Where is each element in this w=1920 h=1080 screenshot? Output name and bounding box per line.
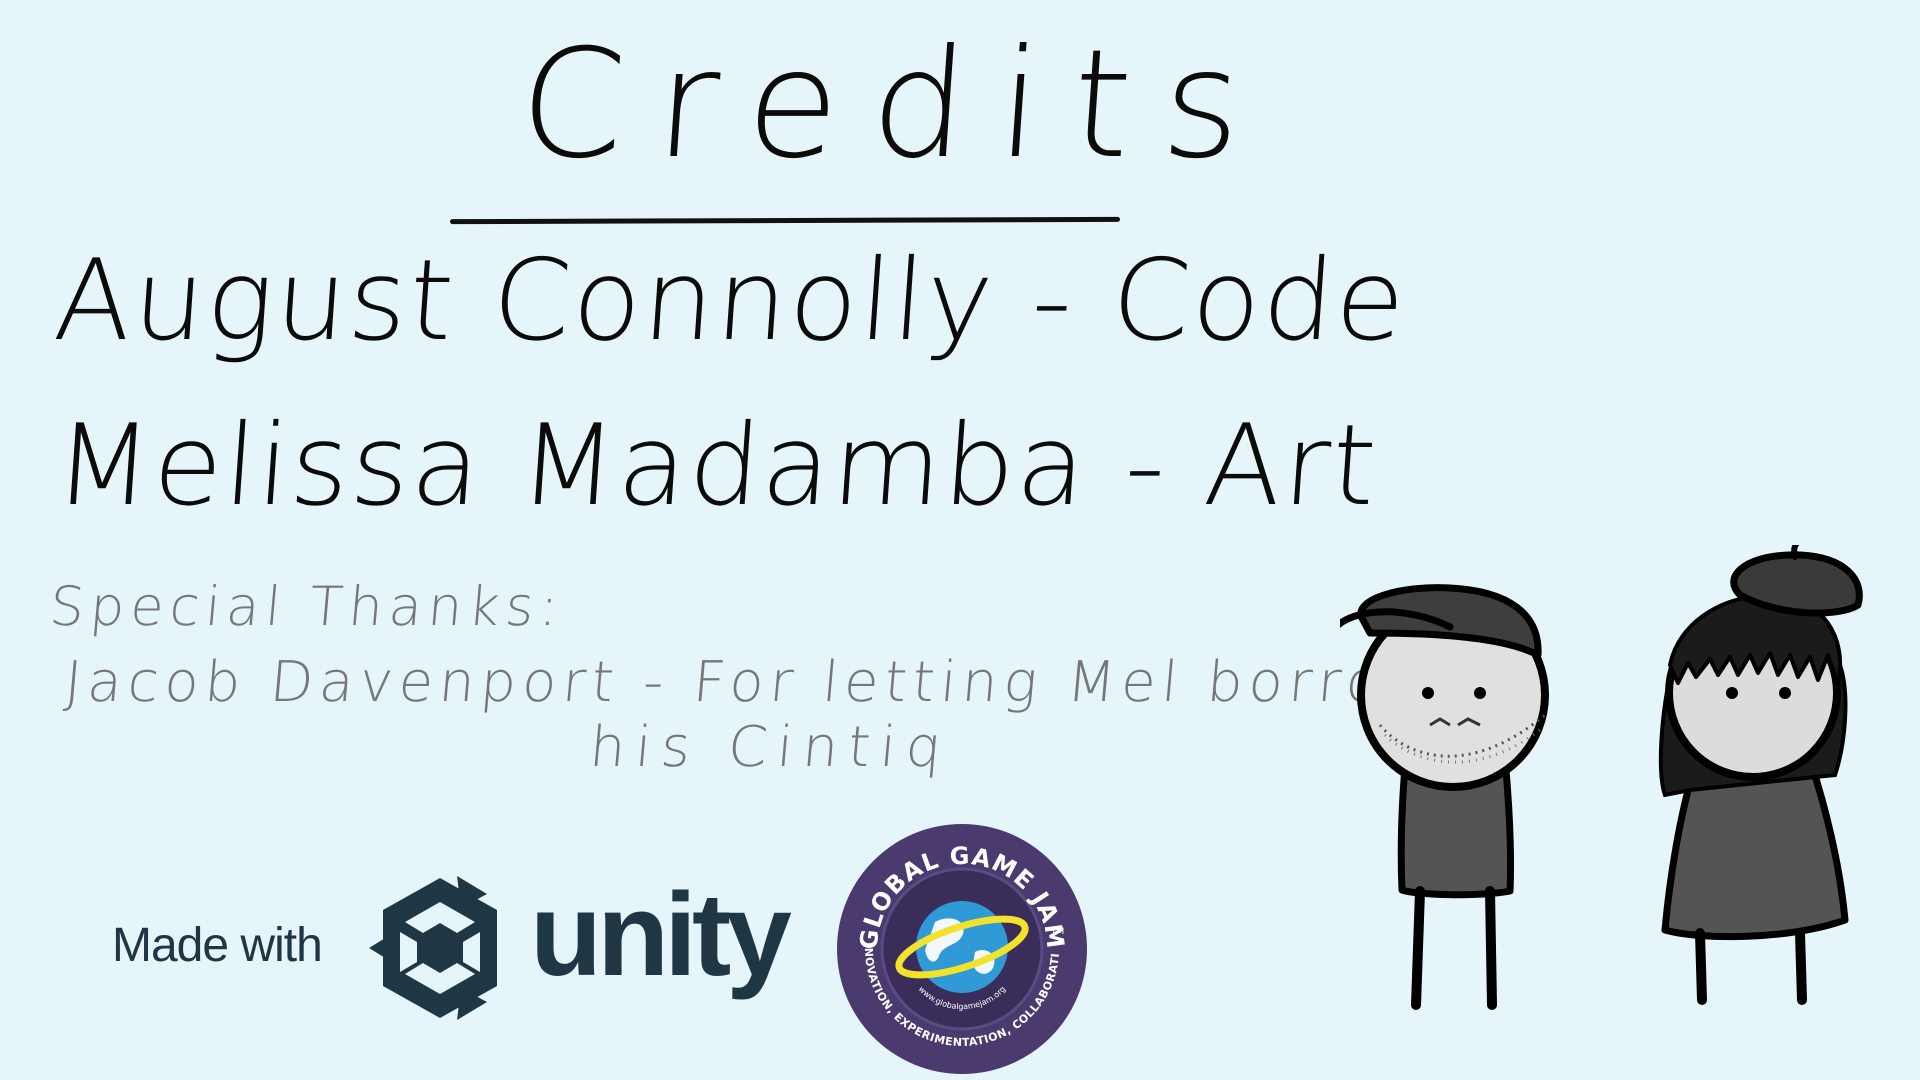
ggj-trademark: TM	[1050, 927, 1064, 937]
title-underline	[449, 216, 1121, 225]
character-melissa	[1658, 545, 1863, 1005]
unity-wordmark: unity	[530, 869, 792, 1001]
character-illustration	[1340, 545, 1863, 1010]
credit-entry-art: Melissa Madamba - Art	[50, 401, 1383, 531]
made-with-label: Made with	[112, 919, 323, 972]
credits-screen: Credits August Connolly - Code Melissa M…	[0, 0, 1920, 1080]
special-thanks-line-continued: his Cintiq	[587, 715, 955, 780]
credit-entry-code: August Connolly - Code	[50, 236, 1412, 366]
global-game-jam-logo: GLOBAL GAME JAM TM INNOVATION, EXPERIMEN…	[835, 822, 1087, 1074]
credits-title: Credits	[513, 18, 1280, 192]
unity-logo-icon	[369, 876, 497, 1020]
character-august	[1340, 584, 1549, 1010]
special-thanks-line: Jacob Davenport - For letting Mel borrow	[62, 650, 1441, 715]
special-thanks-heading: Special Thanks:	[47, 575, 567, 638]
